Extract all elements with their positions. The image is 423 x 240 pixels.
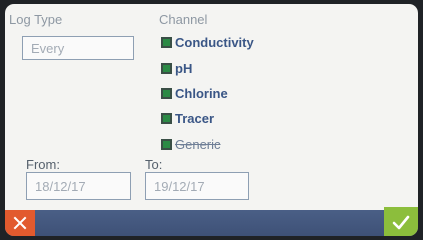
checkmark-icon [392, 215, 410, 229]
ph-label: pH [175, 61, 193, 76]
channel-chlorine[interactable]: Chlorine [161, 85, 228, 102]
conductivity-label: Conductivity [175, 35, 254, 50]
bottom-bar [5, 210, 418, 236]
ph-checkbox[interactable] [161, 63, 172, 74]
channel-generic[interactable]: Generic [161, 136, 221, 153]
log-type-field[interactable]: Every [22, 36, 134, 60]
close-icon [13, 216, 27, 230]
to-date-field[interactable]: 19/12/17 [145, 172, 249, 200]
channel-tracer[interactable]: Tracer [161, 110, 214, 127]
conductivity-checkbox[interactable] [161, 37, 172, 48]
generic-label: Generic [175, 137, 221, 152]
channel-conductivity[interactable]: Conductivity [161, 34, 254, 51]
chlorine-checkbox[interactable] [161, 88, 172, 99]
log-type-label: Log Type [9, 12, 63, 27]
to-label: To: [145, 157, 163, 172]
tracer-checkbox[interactable] [161, 113, 172, 124]
cancel-button[interactable] [5, 210, 35, 236]
from-date-field[interactable]: 18/12/17 [26, 172, 131, 200]
channel-ph[interactable]: pH [161, 60, 192, 77]
channel-label: Channel [159, 12, 208, 27]
tracer-label: Tracer [175, 111, 215, 126]
ok-button[interactable] [384, 207, 418, 236]
from-label: From: [26, 157, 60, 172]
chlorine-label: Chlorine [175, 86, 228, 101]
log-settings-screen: Log Type Every Channel Conductivity pH C… [5, 4, 418, 236]
generic-checkbox[interactable] [161, 139, 172, 150]
